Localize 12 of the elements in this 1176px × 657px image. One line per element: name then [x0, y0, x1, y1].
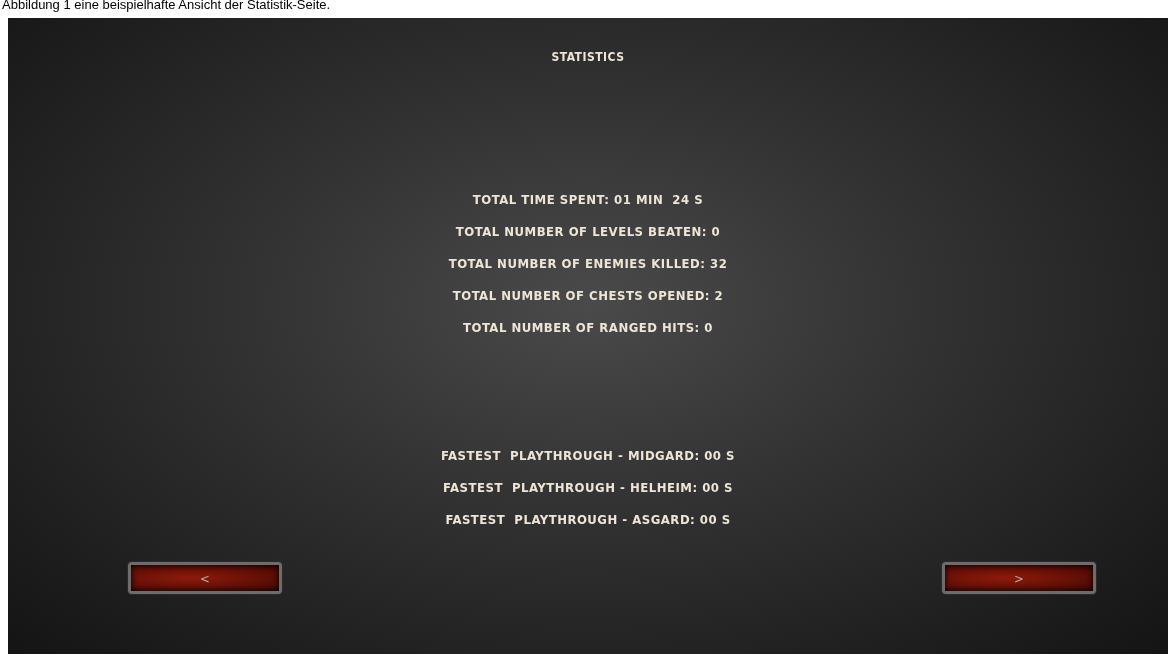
stat-text: TOTAL TIME SPENT: 01 MIN 24 S [472, 191, 704, 209]
figure-caption: Abbildung 1 eine beispielhafte Ansicht der Statistik-Seite. [1, 0, 332, 14]
previous-button[interactable]: < [128, 562, 282, 594]
stat-text: TOTAL NUMBER OF LEVELS BEATEN: 0 [455, 223, 721, 241]
page-title: STATISTICS [551, 50, 625, 64]
stat-text: FASTEST PLAYTHROUGH - MIDGARD: 00 S [441, 447, 735, 465]
stat-text: FASTEST PLAYTHROUGH - HELHEIM: 00 S [443, 479, 733, 497]
stat-text: TOTAL NUMBER OF ENEMIES KILLED: 32 [448, 255, 728, 273]
stat-text: FASTEST PLAYTHROUGH - ASGARD: 00 S [445, 511, 731, 529]
next-button[interactable]: > [942, 562, 1096, 594]
stat-text: TOTAL NUMBER OF RANGED HITS: 0 [463, 319, 713, 337]
stat-text: TOTAL NUMBER OF CHESTS OPENED: 2 [452, 287, 724, 305]
